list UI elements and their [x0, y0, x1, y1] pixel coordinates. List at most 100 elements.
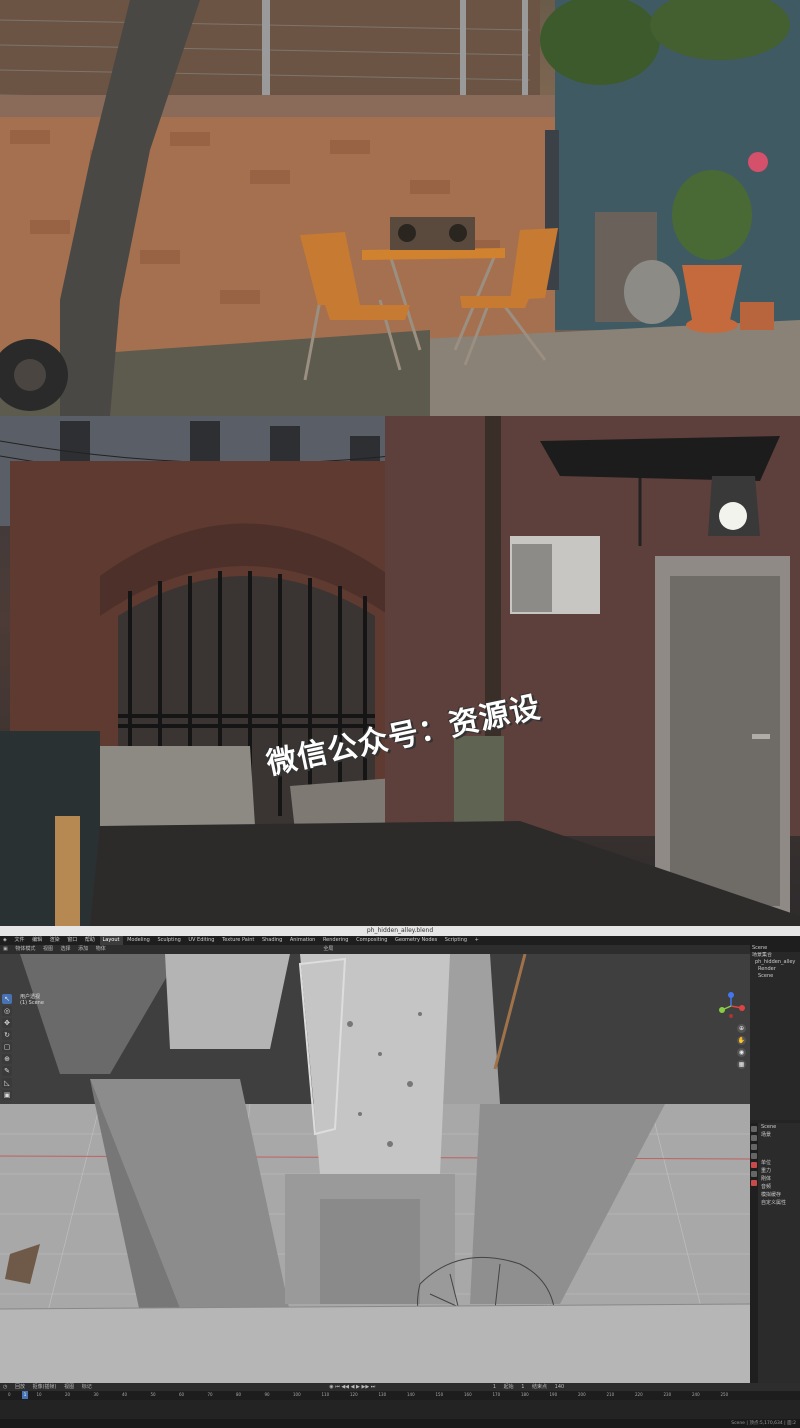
play-controls[interactable]: ◉ ⏮ ◀◀ ◀ ▶ ▶▶ ⏭ — [326, 1383, 378, 1391]
outliner-item[interactable]: Render — [750, 966, 800, 973]
tab-sculpting[interactable]: Sculpting — [154, 936, 183, 945]
prop-section-rigidbody[interactable]: 刚体 — [761, 1175, 800, 1183]
timeline-tick: 30 — [93, 1392, 99, 1397]
start-label: 起始 — [503, 1384, 514, 1390]
view-layer-tab-icon[interactable] — [751, 1153, 757, 1159]
outliner-title: Scene — [750, 945, 800, 952]
prop-section-gravity[interactable]: 重力 — [761, 1167, 800, 1175]
pan-hand-icon[interactable]: ✋ — [737, 1036, 746, 1045]
end-frame-field[interactable]: 140 — [552, 1383, 568, 1391]
tab-scripting[interactable]: Scripting — [442, 936, 470, 945]
tab-shading[interactable]: Shading — [259, 936, 285, 945]
camera-view-icon[interactable]: ◉ — [737, 1048, 746, 1057]
timeline-editor: ◷ 回放 抠像(插帧) 视图 标记 ◉ ⏮ ◀◀ ◀ ▶ ▶▶ ⏭ 1 起始 1… — [0, 1383, 800, 1419]
blender-window: ph_hidden_alley.blend ◈ 文件 编辑 渲染 窗口 帮助 L… — [0, 926, 800, 1428]
timeline-tick: 180 — [521, 1392, 529, 1397]
timeline-tick: 70 — [207, 1392, 213, 1397]
prop-section-audio[interactable]: 音频 — [761, 1183, 800, 1191]
timeline-tick: 170 — [492, 1392, 501, 1397]
editor-type-icon[interactable]: ▣ — [0, 945, 11, 954]
select-tool-icon[interactable]: ↖ — [2, 994, 12, 1004]
prop-section-scene[interactable]: 场景 — [761, 1131, 800, 1139]
properties-panel: Scene 场景 单位 重力 刚体 音频 模拟缓存 自定义属性 — [750, 1123, 800, 1383]
view-scene-label: (1) Scene — [20, 1000, 44, 1006]
transform-tool-icon[interactable]: ⊕ — [2, 1054, 12, 1064]
timeline-menu-view[interactable]: 视图 — [61, 1383, 77, 1391]
header-menu-add[interactable]: 添加 — [75, 945, 91, 954]
menu-help[interactable]: 帮助 — [82, 936, 98, 945]
right-panels: Scene 场景集合 ph_hidden_alley Render Scene … — [750, 945, 800, 1383]
scale-tool-icon[interactable]: ▢ — [2, 1042, 12, 1052]
courtyard-scene — [0, 0, 800, 416]
status-bar: Scene | 顶点:5,170,634 | 面:2 — [0, 1419, 800, 1428]
tab-modeling[interactable]: Modeling — [124, 936, 153, 945]
annotate-tool-icon[interactable]: ✎ — [2, 1066, 12, 1076]
menu-render[interactable]: 渲染 — [47, 936, 63, 945]
menu-window[interactable]: 窗口 — [64, 936, 80, 945]
rotate-tool-icon[interactable]: ↻ — [2, 1030, 12, 1040]
world-tab-icon[interactable] — [751, 1171, 757, 1177]
timeline-tick: 130 — [378, 1392, 387, 1397]
timeline-menu-marker[interactable]: 标记 — [79, 1383, 95, 1391]
playhead[interactable]: 1 — [22, 1391, 28, 1399]
timeline-menu-playback[interactable]: 回放 — [12, 1383, 28, 1391]
tool-shelf: ↖ ◎ ✥ ↻ ▢ ⊕ ✎ ◺ ▣ — [2, 994, 14, 1102]
move-tool-icon[interactable]: ✥ — [2, 1018, 12, 1028]
menu-file[interactable]: 文件 — [11, 936, 27, 945]
tab-layout[interactable]: Layout — [99, 936, 123, 945]
add-cube-tool-icon[interactable]: ▣ — [2, 1090, 12, 1100]
timeline-tick: 110 — [321, 1392, 330, 1397]
prop-section-custom[interactable]: 自定义属性 — [761, 1199, 800, 1207]
properties-title: Scene — [761, 1124, 777, 1130]
window-title: ph_hidden_alley.blend — [0, 926, 800, 936]
timeline-tick: 10 — [36, 1392, 42, 1397]
alley-scene — [0, 416, 800, 926]
outliner-item[interactable]: ph_hidden_alley — [750, 959, 800, 966]
tab-uv-editing[interactable]: UV Editing — [185, 936, 217, 945]
header-menu-object[interactable]: 物体 — [93, 945, 109, 954]
scene-tab-icon[interactable] — [751, 1162, 757, 1168]
prop-section-units[interactable]: 单位 — [761, 1159, 800, 1167]
header-menu-view[interactable]: 视图 — [40, 945, 56, 954]
status-text: Scene | 顶点:5,170,634 | 面:2 — [731, 1421, 796, 1426]
outliner-item[interactable]: 场景集合 — [750, 952, 800, 959]
timeline-tick: 220 — [635, 1392, 643, 1397]
render-courtyard — [0, 0, 800, 416]
outliner-item[interactable]: Scene — [750, 973, 800, 980]
tool-tab-icon[interactable] — [751, 1126, 757, 1132]
collection-tab-icon[interactable] — [751, 1180, 757, 1186]
timeline-tick: 80 — [236, 1392, 242, 1397]
tab-geometry-nodes[interactable]: Geometry Nodes — [392, 936, 440, 945]
header-menu-select[interactable]: 选择 — [58, 945, 74, 954]
ortho-toggle-icon[interactable]: ▦ — [737, 1060, 746, 1069]
timeline-header: ◷ 回放 抠像(插帧) 视图 标记 ◉ ⏮ ◀◀ ◀ ▶ ▶▶ ⏭ 1 起始 1… — [0, 1383, 800, 1391]
tab-rendering[interactable]: Rendering — [320, 936, 352, 945]
prop-section-sim-cache[interactable]: 模拟缓存 — [761, 1191, 800, 1199]
start-frame-field[interactable]: 1 — [518, 1383, 527, 1391]
timeline-tick: 50 — [150, 1392, 156, 1397]
3d-viewport[interactable]: 用户透视 (1) Scene ↖ ◎ ✥ ↻ ▢ ⊕ ✎ ◺ ▣ ⊕ ✋ ◉ ▦ — [0, 954, 750, 1383]
timeline-menu-keying[interactable]: 抠像(插帧) — [30, 1383, 60, 1391]
timeline-tick: 190 — [549, 1392, 558, 1397]
render-tab-icon[interactable] — [751, 1135, 757, 1141]
mode-select[interactable]: 物体模式 — [12, 945, 38, 954]
current-frame-field[interactable]: 1 — [490, 1383, 499, 1391]
timeline-tick: 150 — [435, 1392, 444, 1397]
timeline-editor-icon[interactable]: ◷ — [0, 1383, 10, 1391]
cursor-tool-icon[interactable]: ◎ — [2, 1006, 12, 1016]
orientation-select[interactable]: 全局 — [320, 945, 336, 954]
add-workspace-icon[interactable]: + — [472, 936, 482, 945]
viewport-header: ▣ 物体模式 视图 选择 添加 物体 全局 — [0, 945, 750, 954]
menu-edit[interactable]: 编辑 — [29, 936, 45, 945]
tab-texture-paint[interactable]: Texture Paint — [219, 936, 257, 945]
zoom-icon[interactable]: ⊕ — [737, 1024, 746, 1033]
blender-logo-icon[interactable]: ◈ — [0, 936, 10, 945]
timeline-tick: 200 — [578, 1392, 586, 1397]
output-tab-icon[interactable] — [751, 1144, 757, 1150]
tab-compositing[interactable]: Compositing — [353, 936, 390, 945]
axis-gizmo-icon[interactable] — [716, 992, 746, 1020]
tab-animation[interactable]: Animation — [287, 936, 319, 945]
measure-tool-icon[interactable]: ◺ — [2, 1078, 12, 1088]
timeline-ruler[interactable]: 1 0 10 20 30 40 50 60 70 80 90 100 110 120 130 140 150 1… — [0, 1391, 800, 1400]
timeline-tick: 100 — [293, 1392, 301, 1397]
